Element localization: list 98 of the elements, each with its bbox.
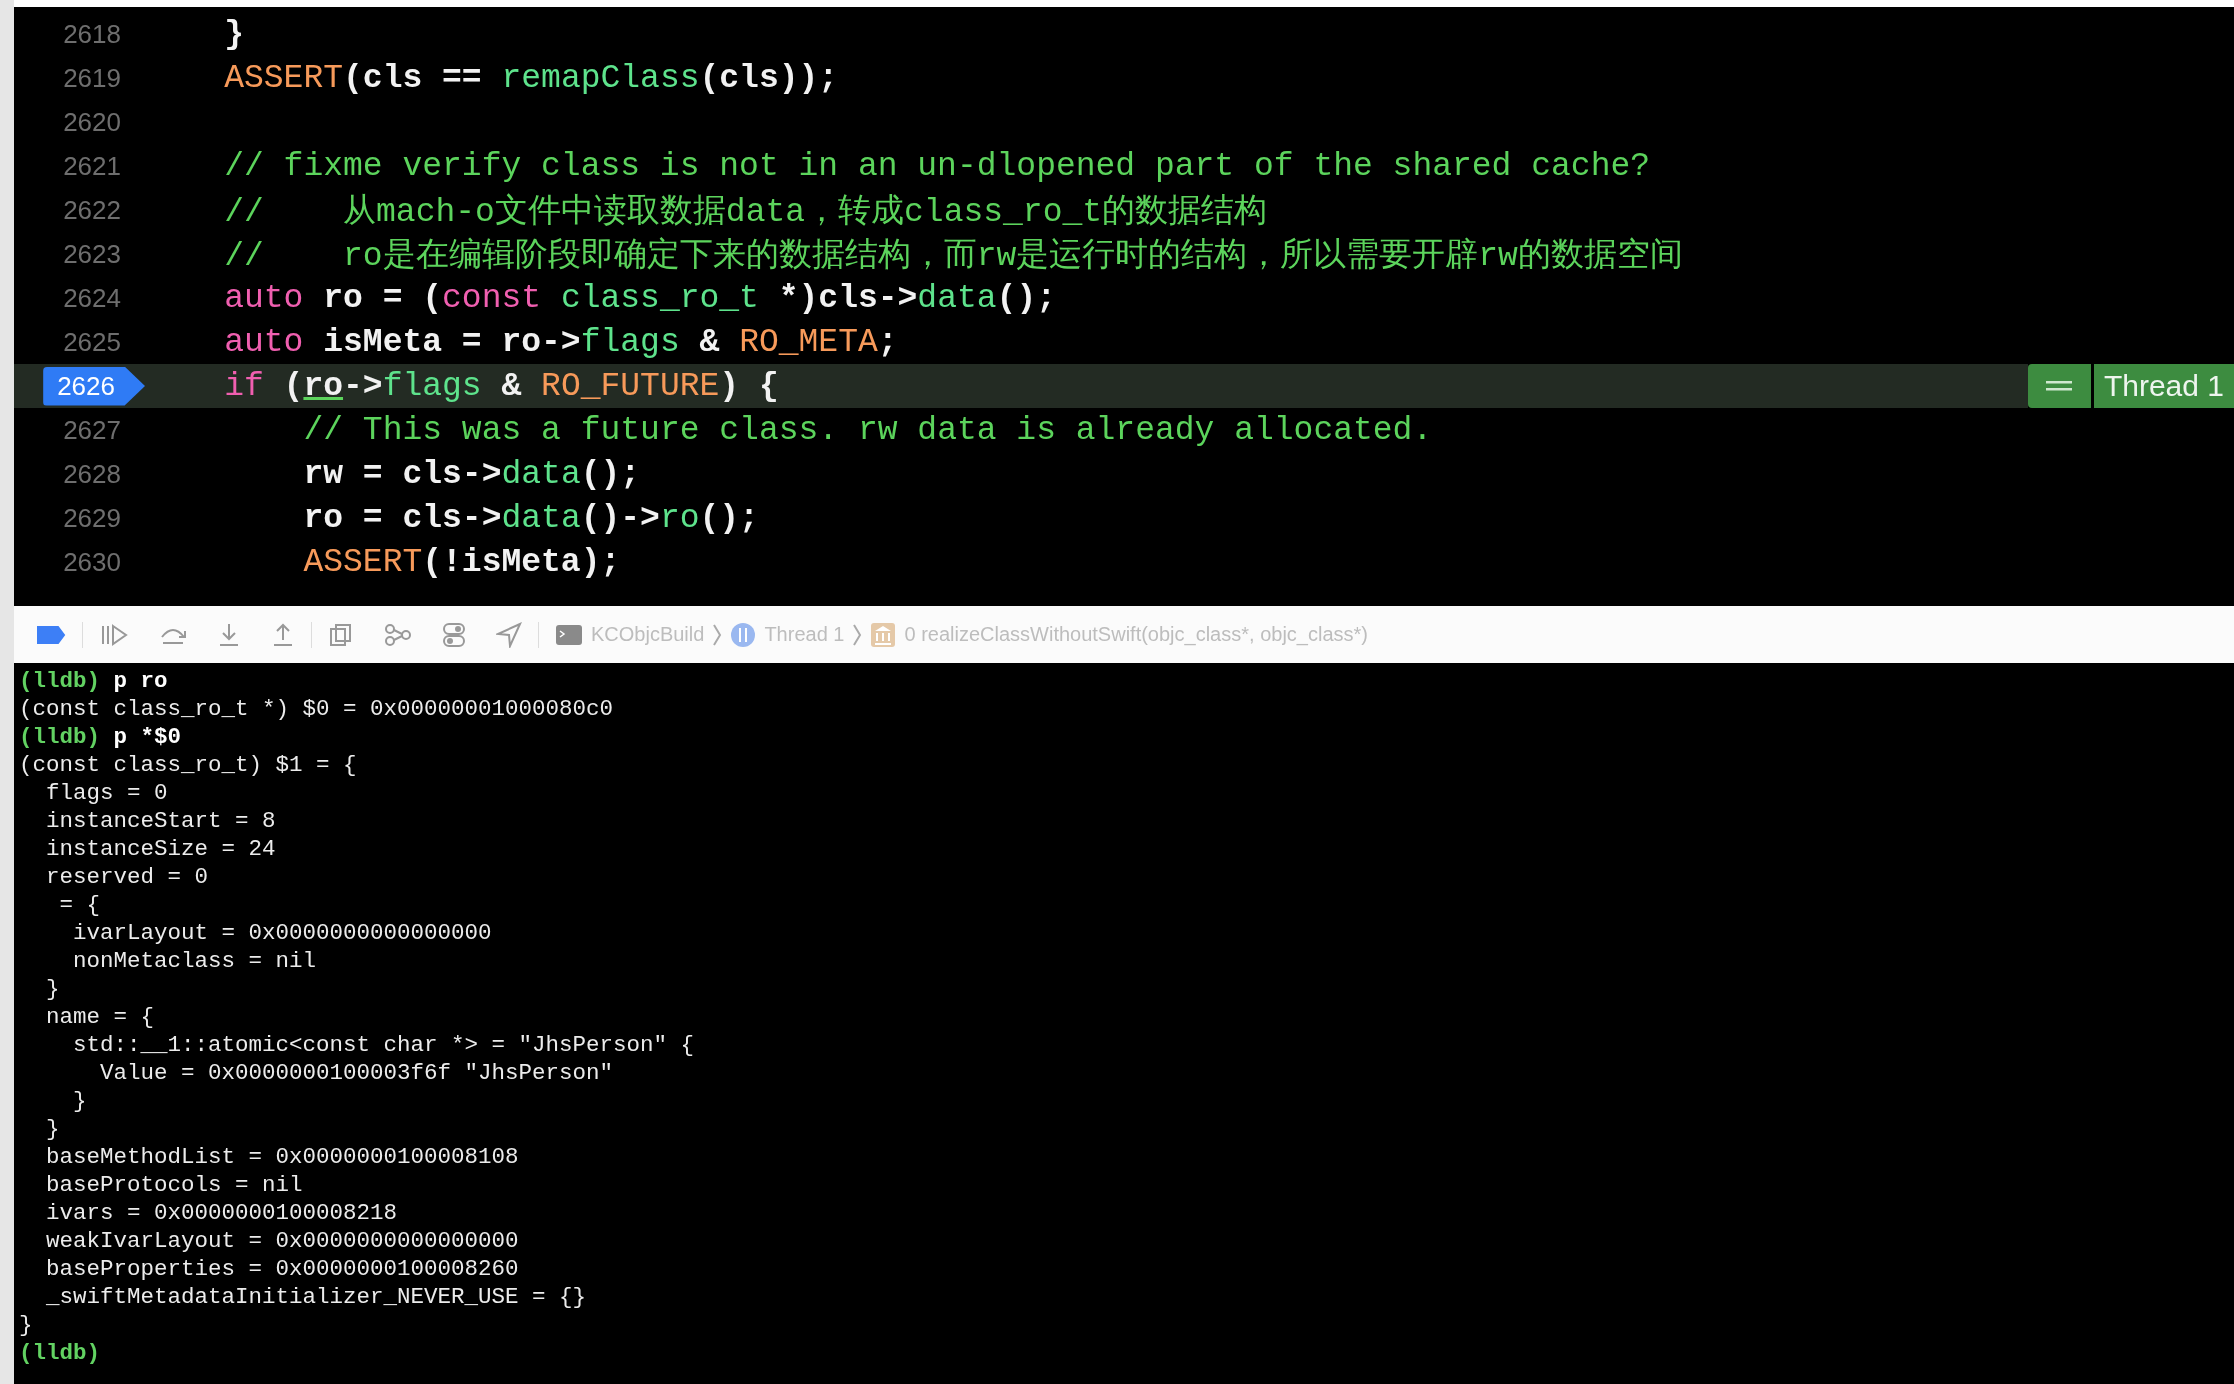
console-output: Value = 0x0000000100003f6f "JhsPerson" xyxy=(99,1060,614,1086)
code-text: ( xyxy=(282,367,304,405)
console-output: instanceSize = 24 xyxy=(45,836,276,862)
breakpoints-toggle-icon[interactable] xyxy=(36,624,66,645)
line-number: 2625 xyxy=(63,326,122,358)
console-output: _swiftMetadataInitializer_NEVER_USE = {} xyxy=(45,1284,587,1310)
line-number: 2623 xyxy=(63,238,122,270)
code-comment: // fixme verify class is not in an un-dlopened part of the shared cache? xyxy=(224,147,1651,185)
code-text: (!isMeta); xyxy=(422,543,621,581)
code-text: ro xyxy=(303,367,344,405)
console-output: baseProtocols = nil xyxy=(45,1172,303,1198)
console-output: } xyxy=(45,976,60,1002)
console-command: p ro xyxy=(113,668,168,694)
console-output: flags = 0 xyxy=(45,780,168,806)
line-number: 2627 xyxy=(63,414,122,446)
console-prompt: (lldb) xyxy=(19,1340,100,1366)
console-prompt: (lldb) xyxy=(19,724,100,750)
line-number: 2619 xyxy=(63,62,122,94)
console-output: baseProperties = 0x0000000100008260 xyxy=(45,1256,519,1282)
identifier-text: data xyxy=(917,279,997,317)
line-number: 2628 xyxy=(63,458,122,490)
step-into-icon[interactable] xyxy=(217,621,241,648)
code-text: isMeta = ro-> xyxy=(322,323,581,361)
line-number: 2624 xyxy=(63,282,122,314)
code-text: & xyxy=(500,367,523,405)
code-comment: // ro是在编辑阶段即确定下来的数据结构，而rw是运行时的结构，所以需要开辟rw的数据空间 xyxy=(224,237,1683,275)
console-output: baseMethodList = 0x0000000100008108 xyxy=(45,1144,519,1170)
console-output: nonMetaclass = nil xyxy=(72,948,317,974)
keyword-text: auto xyxy=(224,323,304,361)
code-text: ()-> xyxy=(580,499,660,537)
code-text: -> xyxy=(343,367,383,405)
line-number: 2630 xyxy=(63,546,122,578)
macro-text: ASSERT xyxy=(224,59,344,97)
console-output: (const class_ro_t) $1 = { xyxy=(19,752,357,778)
console-output: ivarLayout = 0x0000000000000000 xyxy=(72,920,492,946)
view-hierarchy-icon[interactable] xyxy=(328,621,354,648)
code-text: rw = cls-> xyxy=(303,455,502,493)
console-output: (const class_ro_t *) $0 = 0x00000001000080c0 xyxy=(19,696,614,722)
code-text: (cls)); xyxy=(699,59,839,97)
equals-icon xyxy=(2027,364,2091,408)
identifier-text: data xyxy=(501,499,581,537)
code-text: *)cls-> xyxy=(777,279,918,317)
keyword-text: const xyxy=(442,279,542,317)
identifier-text: remapClass xyxy=(501,59,700,97)
macro-text: RO_META xyxy=(739,323,878,361)
console-command: p *$0 xyxy=(113,724,182,750)
chevron-icon xyxy=(712,622,723,647)
code-text: (cls == xyxy=(343,59,483,97)
console-output: = { xyxy=(58,892,100,918)
identifier-text: flags xyxy=(382,367,482,405)
identifier-text: ro xyxy=(659,499,700,537)
memory-graph-icon[interactable] xyxy=(384,622,412,647)
console-output: } xyxy=(45,1116,60,1142)
code-text: ro = cls-> xyxy=(303,499,502,537)
code-text: (); xyxy=(996,279,1056,317)
breadcrumb-item[interactable]: KCObjcBuild xyxy=(555,623,705,646)
code-text: & xyxy=(698,323,721,361)
console-output: } xyxy=(72,1088,87,1114)
continue-icon[interactable] xyxy=(99,622,129,647)
console-output: weakIvarLayout = 0x0000000000000000 xyxy=(45,1228,519,1254)
thread-badge[interactable]: Thread 1 xyxy=(2027,364,2234,408)
line-number: 2629 xyxy=(63,502,122,534)
code-text: } xyxy=(224,15,244,53)
macro-text: RO_FUTURE xyxy=(541,367,720,405)
code-text: ; xyxy=(877,323,898,361)
thread-label: Thread 1 xyxy=(2093,364,2234,408)
code-comment: // This was a future class. rw data is already allocated. xyxy=(303,411,1433,449)
identifier-text: data xyxy=(501,455,581,493)
identifier-text: flags xyxy=(580,323,680,361)
chevron-icon xyxy=(852,622,863,647)
code-text: (); xyxy=(580,455,641,493)
keyword-text: auto xyxy=(224,279,304,317)
code-text: ) { xyxy=(719,367,779,405)
console-prompt: (lldb) xyxy=(19,668,100,694)
console-output: instanceStart = 8 xyxy=(45,808,276,834)
breadcrumb-item[interactable]: Thread 1 xyxy=(730,621,845,648)
line-number: 2621 xyxy=(63,150,122,182)
line-number: 2622 xyxy=(63,194,122,226)
terminal-icon xyxy=(555,623,583,646)
stack-frame-icon xyxy=(870,621,897,648)
code-text: (); xyxy=(699,499,759,537)
location-arrow-icon[interactable] xyxy=(496,621,522,648)
console-output: name = { xyxy=(45,1004,155,1030)
code-comment: // 从mach-o文件中读取数据data，转成class_ro_t的数据结构 xyxy=(224,193,1268,231)
console-output: ivars = 0x0000000100008218 xyxy=(45,1200,398,1226)
macro-text: ASSERT xyxy=(303,543,423,581)
breadcrumb-item[interactable]: 0 realizeClassWithoutSwift(objc_class*, objc_class*) xyxy=(870,621,1368,648)
console-output: reserved = 0 xyxy=(45,864,209,890)
console-output: std::__1::atomic<const char *> = "JhsPerson" { xyxy=(72,1032,695,1058)
console-output: } xyxy=(19,1312,33,1338)
line-number: 2620 xyxy=(63,106,122,138)
keyword-text: if xyxy=(224,367,264,405)
step-out-icon[interactable] xyxy=(271,621,295,648)
identifier-text: class_ro_t xyxy=(559,279,759,317)
toggle-switch-icon[interactable] xyxy=(442,621,466,648)
thread-icon xyxy=(730,621,757,648)
code-text: ro = ( xyxy=(322,279,443,317)
line-number: 2618 xyxy=(63,18,122,50)
